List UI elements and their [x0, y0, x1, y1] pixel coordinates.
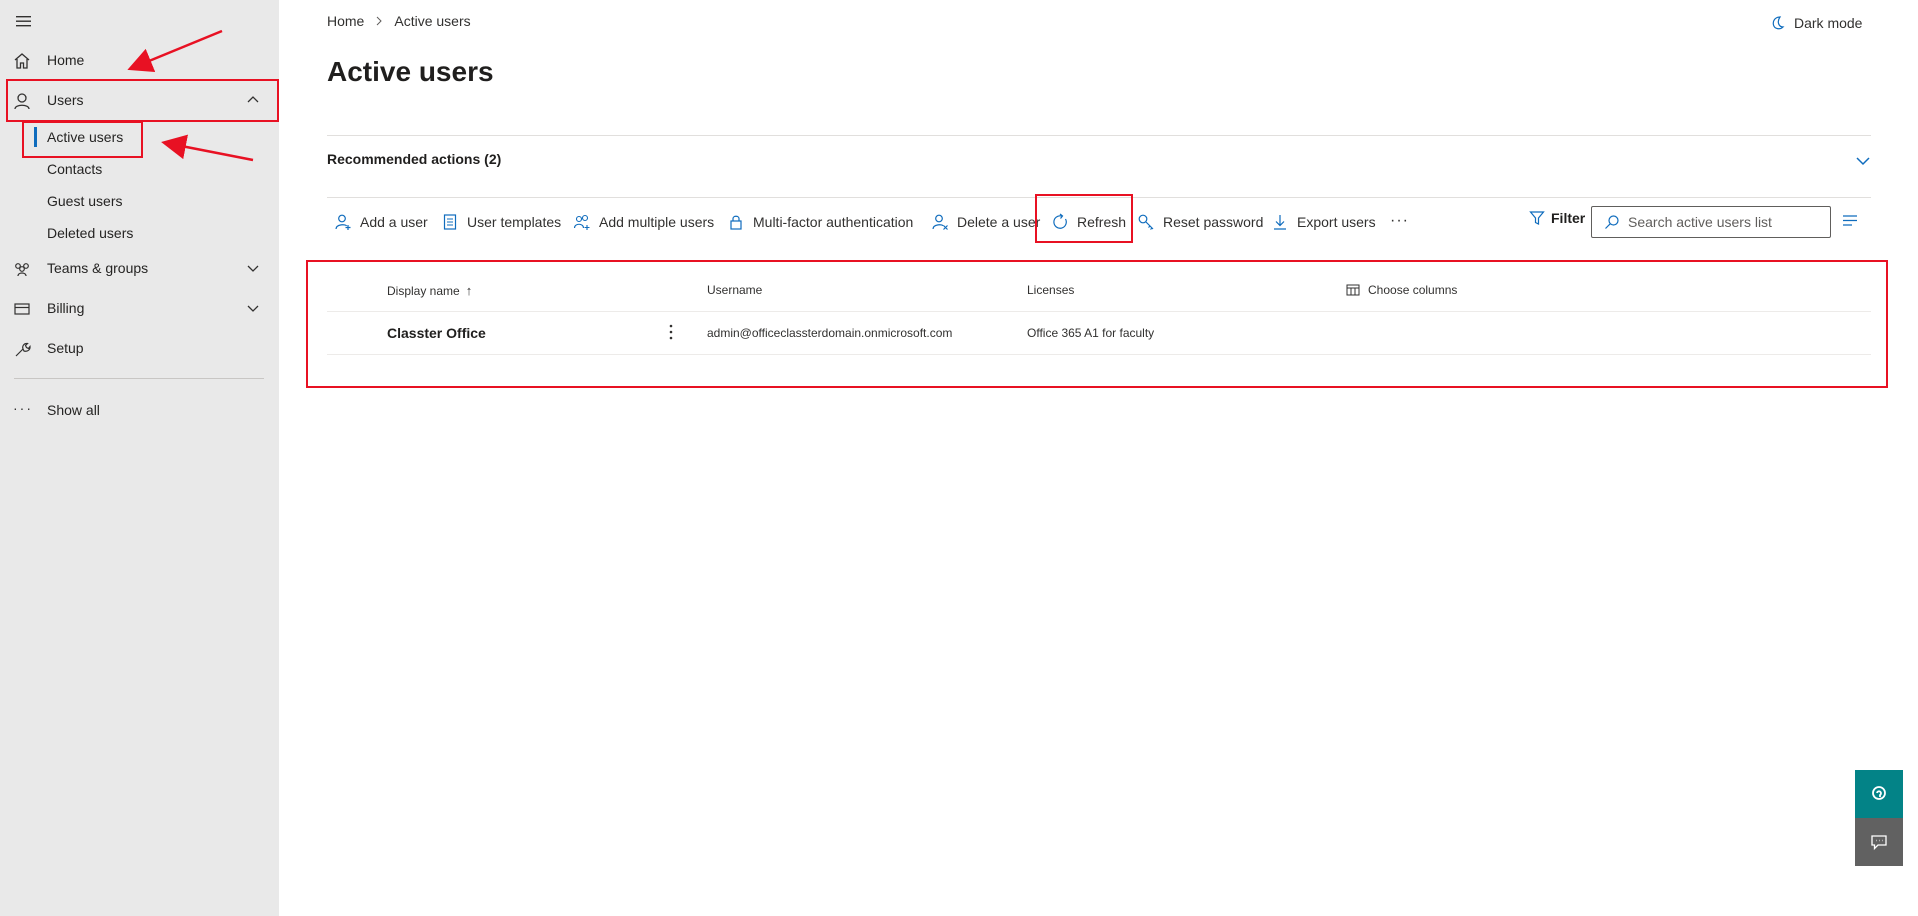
sidebar-item-contacts[interactable]: Contacts: [0, 154, 279, 184]
dark-mode-label: Dark mode: [1794, 15, 1863, 31]
download-icon: [1274, 215, 1286, 230]
annotation-highlight-refresh: [1035, 194, 1133, 243]
reset-password-button[interactable]: Reset password: [1137, 210, 1263, 234]
breadcrumb-home[interactable]: Home: [327, 13, 364, 29]
sidebar-item-guest-users[interactable]: Guest users: [0, 186, 279, 216]
moon-icon: [1772, 16, 1785, 30]
sidebar-item-deleted-users[interactable]: Deleted users: [0, 218, 279, 248]
add-multiple-users-label: Add multiple users: [599, 214, 715, 230]
key-icon: [1138, 214, 1154, 230]
nav-item-label: Setup: [47, 340, 84, 356]
search-icon: [1605, 215, 1619, 229]
multiple-users-icon: [573, 214, 590, 230]
nav-item-label: Home: [47, 52, 85, 68]
multi-factor-authentication-button[interactable]: Multi-factor authentication: [727, 210, 913, 234]
feedback-button[interactable]: [1855, 818, 1903, 866]
delete-user-label: Delete a user: [957, 214, 1041, 230]
search-input[interactable]: [1628, 214, 1818, 230]
nav-item-label: Teams & groups: [47, 260, 149, 276]
admin-center-page: Home Users Active users Contacts Guest u…: [0, 0, 1918, 916]
lock-icon: [730, 215, 742, 230]
hamburger-menu-icon[interactable]: [13, 12, 35, 30]
user-templates-label: User templates: [467, 214, 562, 230]
breadcrumb-current: Active users: [394, 13, 471, 29]
breadcrumb: Home Active users: [327, 13, 471, 29]
more-actions-button[interactable]: ···: [1390, 212, 1409, 230]
recommended-actions-header[interactable]: Recommended actions (2): [327, 151, 501, 167]
add-user-label: Add a user: [360, 214, 428, 230]
wrench-icon: [15, 342, 31, 357]
nav-item-show-all[interactable]: ··· Show all: [0, 392, 279, 428]
nav-item-billing[interactable]: Billing: [0, 290, 279, 326]
help-icon: [1872, 786, 1886, 800]
ellipsis-icon: ···: [13, 400, 33, 416]
chat-icon: [1871, 835, 1887, 851]
filter-label: Filter: [1551, 210, 1586, 226]
nav-item-setup[interactable]: Setup: [0, 330, 279, 366]
delete-user-icon: [932, 214, 948, 230]
export-users-label: Export users: [1297, 214, 1376, 230]
sub-item-label: Guest users: [47, 193, 123, 209]
export-users-button[interactable]: Export users: [1271, 210, 1376, 234]
nav-item-label: Show all: [47, 402, 100, 418]
add-user-button[interactable]: Add a user: [334, 210, 428, 234]
sub-item-label: Contacts: [47, 161, 103, 177]
annotation-highlight-active-users: [22, 121, 143, 158]
reset-password-label: Reset password: [1163, 214, 1264, 230]
filter-icon: [1529, 211, 1545, 225]
help-button[interactable]: [1855, 770, 1903, 818]
document-icon: [443, 214, 457, 230]
annotation-highlight-users: [6, 79, 279, 122]
add-multiple-users-button[interactable]: Add multiple users: [573, 210, 714, 234]
nav-item-teams-groups[interactable]: Teams & groups: [0, 250, 279, 286]
user-templates-button[interactable]: User templates: [441, 210, 561, 234]
chevron-down-icon[interactable]: [245, 260, 261, 276]
chevron-right-icon: [377, 16, 383, 26]
home-icon: [14, 53, 30, 69]
search-box: [1591, 206, 1831, 238]
dark-mode-toggle[interactable]: Dark mode: [1770, 15, 1862, 31]
delete-user-button[interactable]: Delete a user: [931, 210, 1040, 234]
nav-item-home[interactable]: Home: [0, 42, 279, 78]
chevron-down-icon[interactable]: [1854, 152, 1872, 170]
section-divider: [327, 135, 1871, 136]
filter-button[interactable]: Filter: [1529, 210, 1585, 226]
chevron-down-icon[interactable]: [245, 300, 261, 316]
sub-item-label: Deleted users: [47, 225, 134, 241]
mfa-label: Multi-factor authentication: [753, 214, 914, 230]
view-options-icon[interactable]: [1841, 212, 1859, 230]
add-user-icon: [335, 214, 351, 230]
page-title: Active users: [327, 56, 494, 87]
annotation-arrows: [127, 29, 254, 162]
teams-icon: [15, 263, 29, 277]
sidebar-divider: [14, 378, 264, 379]
annotation-highlight-table: [306, 260, 1888, 388]
billing-icon: [14, 303, 30, 315]
nav-item-label: Billing: [47, 300, 85, 316]
